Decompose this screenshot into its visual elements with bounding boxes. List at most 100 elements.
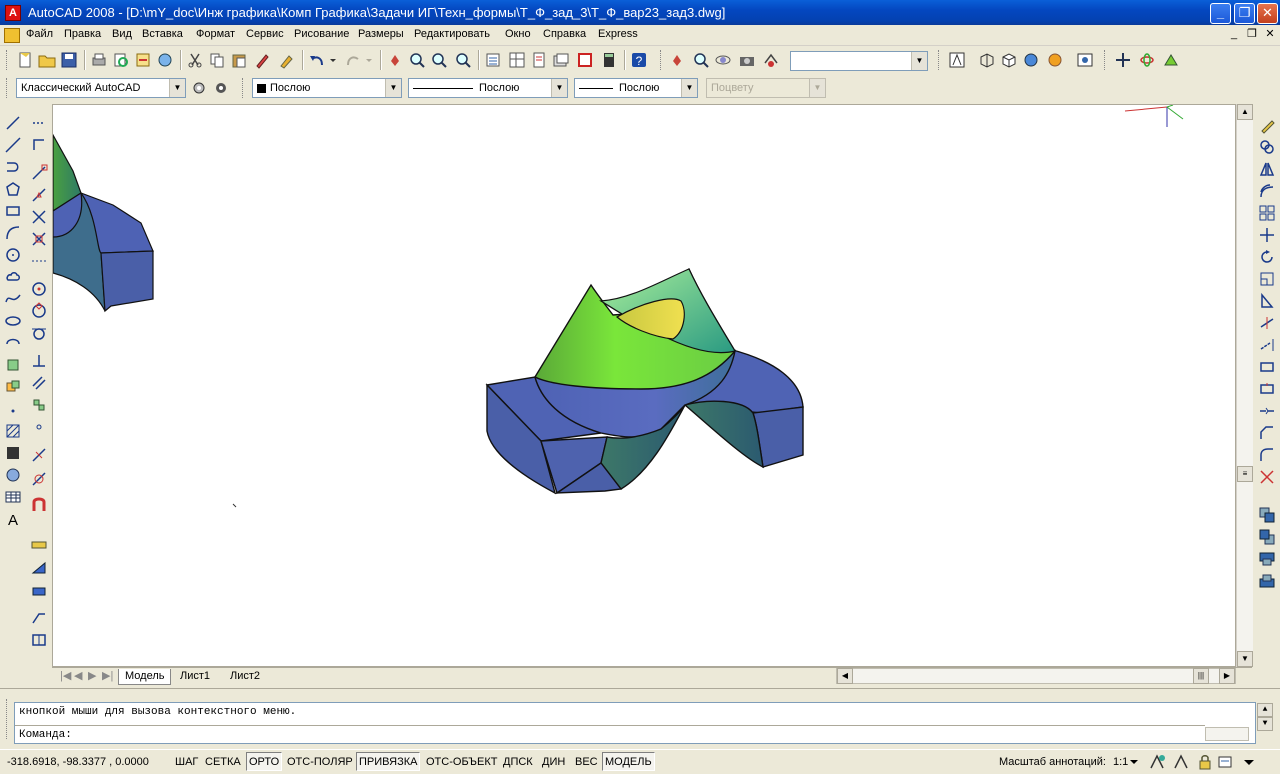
menu-file[interactable]: Файл (26, 28, 53, 40)
fillet-icon[interactable] (1258, 446, 1276, 464)
markup-icon[interactable] (576, 51, 594, 69)
3d-dwf-icon[interactable] (156, 51, 174, 69)
redo-icon[interactable] (344, 51, 362, 69)
zoom-icon[interactable] (692, 51, 710, 69)
command-prompt[interactable]: Команда: (19, 729, 72, 741)
conceptual-icon[interactable] (1046, 51, 1064, 69)
menu-modify[interactable]: Редактировать (414, 28, 490, 40)
snap-node-icon[interactable] (30, 418, 48, 436)
line-icon[interactable] (4, 114, 22, 132)
mdi-minimize-button[interactable]: _ (1226, 28, 1242, 42)
plot-preview-icon[interactable] (112, 51, 130, 69)
gradient-icon[interactable] (4, 444, 22, 462)
gear-icon[interactable] (212, 79, 230, 97)
point-icon[interactable] (4, 400, 22, 418)
extend-icon[interactable] (1258, 336, 1276, 354)
draworder-back-icon[interactable] (1258, 528, 1276, 546)
open-folder-icon[interactable] (38, 51, 56, 69)
snap-from-icon[interactable] (30, 136, 48, 154)
break-at-point-icon[interactable] (1258, 358, 1276, 376)
tolerance-icon[interactable] (30, 630, 48, 648)
toolbar-grip[interactable] (660, 50, 663, 70)
mirror-icon[interactable] (1258, 160, 1276, 178)
zoom-previous-icon[interactable] (454, 51, 472, 69)
properties-icon[interactable] (484, 51, 502, 69)
toolbar-grip[interactable] (1104, 50, 1107, 70)
cut-icon[interactable] (186, 51, 204, 69)
model-paper-toggle[interactable]: МОДЕЛЬ (602, 752, 655, 771)
2d-wireframe-icon[interactable] (978, 51, 996, 69)
scroll-down-icon[interactable]: ▼ (1237, 651, 1253, 667)
scroll-thumb-horizontal[interactable]: ||| (1193, 668, 1209, 684)
circle-icon[interactable] (4, 246, 22, 264)
minimize-button[interactable]: _ (1210, 3, 1231, 24)
construction-line-icon[interactable] (4, 136, 22, 154)
cmd-scroll-down-icon[interactable]: ▼ (1257, 717, 1273, 731)
match-properties-icon[interactable] (254, 51, 272, 69)
lineweight-toggle[interactable]: ВЕС (572, 752, 601, 771)
snap-insert-icon[interactable] (30, 396, 48, 414)
snap-apparent-intersection-icon[interactable] (30, 230, 48, 248)
snap-center-icon[interactable] (30, 280, 48, 298)
ellipse-arc-icon[interactable] (4, 334, 22, 352)
lineweight-select[interactable]: Послою ▼ (574, 78, 698, 98)
object-tracking-toggle[interactable]: ОТС-ОБЪЕКТ (423, 752, 500, 771)
3d-rotate-icon[interactable] (1138, 51, 1156, 69)
aligned-dimension-icon[interactable] (30, 558, 48, 576)
sheet-set-icon[interactable] (552, 51, 570, 69)
command-window[interactable]: кнопкой мыши для вызова контекстного мен… (14, 702, 1273, 744)
undo-dropdown-icon[interactable] (328, 51, 338, 69)
undo-icon[interactable] (308, 51, 326, 69)
coordinates-display[interactable]: -318.6918, -98.3377 , 0.0000 (4, 752, 170, 771)
polygon-icon[interactable] (4, 180, 22, 198)
revision-cloud-icon[interactable] (4, 268, 22, 286)
trim-icon[interactable] (1258, 314, 1276, 332)
snap-parallel-icon[interactable] (30, 374, 48, 392)
temporary-track-icon[interactable] (30, 114, 48, 132)
ortho-toggle[interactable]: ОРТО (246, 752, 283, 771)
snap-quadrant-icon[interactable] (30, 302, 48, 320)
multiline-text-icon[interactable]: A (4, 510, 22, 528)
join-icon[interactable] (1258, 402, 1276, 420)
offset-icon[interactable] (1258, 182, 1276, 200)
snap-none-icon[interactable] (30, 470, 48, 488)
scroll-thumb[interactable]: ≡ (1237, 466, 1253, 482)
document-icon[interactable] (4, 28, 20, 43)
osnap-toggle[interactable]: ПРИВЯЗКА (356, 752, 421, 771)
toolbar-grip[interactable] (6, 50, 9, 70)
tab-layout2[interactable]: Лист2 (224, 669, 266, 685)
tab-layout1[interactable]: Лист1 (174, 669, 216, 685)
break-icon[interactable] (1258, 380, 1276, 398)
insert-block-icon[interactable] (4, 356, 22, 374)
lock-icon[interactable] (1196, 753, 1214, 771)
pan-icon[interactable] (668, 51, 686, 69)
ellipse-icon[interactable] (4, 312, 22, 330)
scroll-left-icon[interactable]: ◀ (837, 668, 853, 684)
snap-intersection-icon[interactable] (30, 208, 48, 226)
vertical-scrollbar[interactable]: ▲ ≡ ▼ (1236, 104, 1253, 667)
mdi-restore-button[interactable]: ❐ (1244, 28, 1260, 42)
hatch-icon[interactable] (4, 422, 22, 440)
workspace-select[interactable]: Классический AutoCAD ▼ (16, 78, 186, 98)
stretch-icon[interactable] (1258, 292, 1276, 310)
copy-icon[interactable] (208, 51, 226, 69)
copy-object-icon[interactable] (1258, 138, 1276, 156)
dimension-style-icon[interactable] (30, 580, 48, 598)
block-editor-icon[interactable] (278, 51, 296, 69)
toolbar-grip[interactable] (242, 78, 245, 98)
array-icon[interactable] (1258, 204, 1276, 222)
menu-window[interactable]: Окно (505, 28, 531, 40)
linetype-select[interactable]: Послою ▼ (408, 78, 568, 98)
zoom-realtime-icon[interactable] (408, 51, 426, 69)
restore-button[interactable]: ❐ (1234, 3, 1255, 24)
polar-tracking-toggle[interactable]: ОТС-ПОЛЯР (284, 752, 356, 771)
scroll-right-icon[interactable]: ▶ (1219, 668, 1235, 684)
3d-hidden-icon[interactable] (1000, 51, 1018, 69)
rotate-icon[interactable] (1258, 248, 1276, 266)
draworder-under-icon[interactable] (1258, 572, 1276, 590)
camera-icon[interactable] (738, 51, 756, 69)
menu-express[interactable]: Express (598, 28, 638, 40)
realistic-icon[interactable] (1022, 51, 1040, 69)
menu-help[interactable]: Справка (543, 28, 586, 40)
save-icon[interactable] (60, 51, 78, 69)
